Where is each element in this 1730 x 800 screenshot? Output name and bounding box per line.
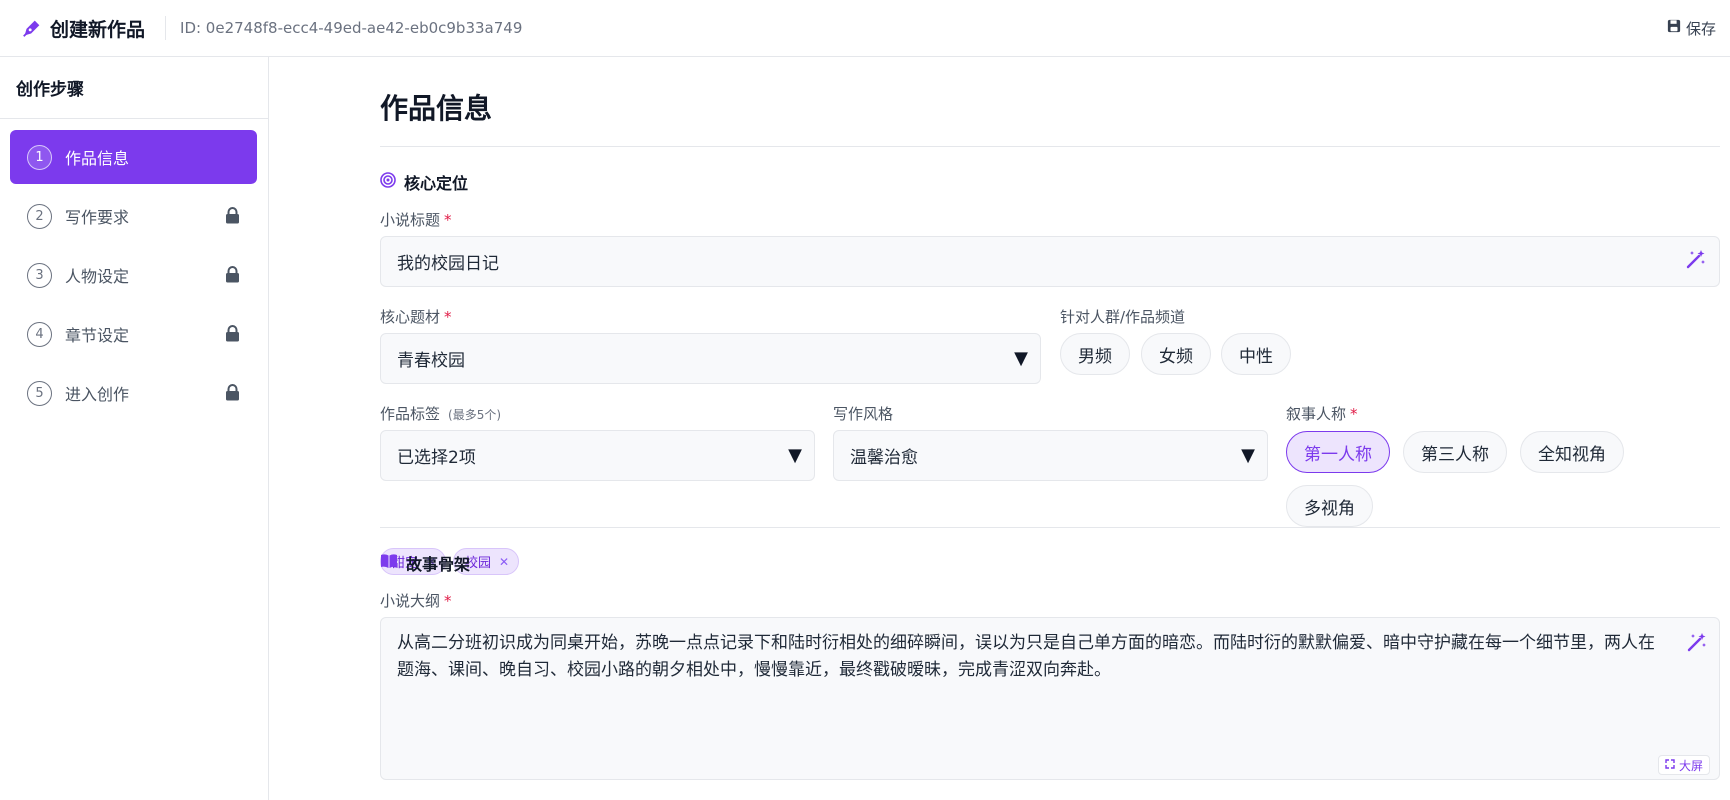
genre-select[interactable]: 青春校园 ▼ xyxy=(380,333,1041,384)
book-icon xyxy=(380,553,398,573)
story-section-heading: 故事骨架 xyxy=(380,551,470,575)
chevron-down-icon: ▼ xyxy=(1241,445,1255,466)
tags-value: 已选择2项 xyxy=(397,448,476,468)
step-item-start-writing[interactable]: 5 进入创作 xyxy=(10,366,257,420)
remove-tag-icon[interactable]: ✕ xyxy=(499,555,509,569)
step-number: 1 xyxy=(27,144,52,170)
target-icon xyxy=(380,172,396,192)
step-item-work-info[interactable]: 1 作品信息 xyxy=(10,130,257,184)
top-bar: 创建新作品 ID: 0e2748f8-ecc4-49ed-ae42-eb0c9b… xyxy=(0,0,1730,57)
style-select[interactable]: 温馨治愈 ▼ xyxy=(833,430,1268,481)
genre-value: 青春校园 xyxy=(397,351,465,371)
step-label: 章节设定 xyxy=(65,326,130,345)
pov-label: 叙事人称 * xyxy=(1286,405,1358,423)
audience-label: 针对人群/作品频道 xyxy=(1060,308,1186,326)
step-item-chapter-settings[interactable]: 4 章节设定 xyxy=(10,307,257,361)
step-label: 写作要求 xyxy=(65,208,130,227)
app-title: 创建新作品 xyxy=(50,18,146,41)
audience-option-female[interactable]: 女频 xyxy=(1141,333,1211,375)
save-label: 保存 xyxy=(1685,19,1716,38)
pov-option-first-person[interactable]: 第一人称 xyxy=(1286,431,1390,473)
tags-select[interactable]: 已选择2项 ▼ xyxy=(380,430,815,481)
step-number: 2 xyxy=(27,203,52,229)
step-number: 3 xyxy=(27,262,52,288)
style-label: 写作风格 xyxy=(833,405,894,423)
outline-label: 小说大纲 * xyxy=(380,592,452,610)
novel-title-input[interactable]: 我的校园日记 xyxy=(380,236,1720,287)
title-divider xyxy=(380,146,1720,147)
fullscreen-button[interactable]: 大屏 xyxy=(1658,755,1711,775)
genre-label: 核心题材 * xyxy=(380,308,452,326)
step-item-character-settings[interactable]: 3 人物设定 xyxy=(10,248,257,302)
outline-value: 从高二分班初识成为同桌开始，苏晚一点点记录下和陆时衍相处的细碎瞬间，误以为只是自… xyxy=(397,633,1655,680)
sidebar-title: 创作步骤 xyxy=(0,57,268,119)
style-value: 温馨治愈 xyxy=(850,448,918,468)
sidebar: 创作步骤 1 作品信息 2 写作要求 3 人物设定 4 章节设定 5 进入创作 xyxy=(0,57,269,800)
step-label: 作品信息 xyxy=(65,149,130,168)
pov-option-multi[interactable]: 多视角 xyxy=(1286,485,1373,527)
outline-textarea[interactable]: 从高二分班初识成为同桌开始，苏晚一点点记录下和陆时衍相处的细碎瞬间，误以为只是自… xyxy=(380,617,1720,780)
chevron-down-icon: ▼ xyxy=(1014,348,1028,369)
work-id: ID: 0e2748f8-ecc4-49ed-ae42-eb0c9b33a749 xyxy=(180,19,523,37)
lock-icon xyxy=(225,266,241,284)
fullscreen-label: 大屏 xyxy=(1679,758,1704,773)
story-section-title: 故事骨架 xyxy=(406,555,471,574)
step-label: 进入创作 xyxy=(65,385,130,404)
save-button[interactable]: 保存 xyxy=(1667,18,1716,39)
core-section-heading: 核心定位 xyxy=(380,170,468,194)
lock-icon xyxy=(225,325,241,343)
novel-title-label: 小说标题 * xyxy=(380,211,452,229)
pov-option-omniscient[interactable]: 全知视角 xyxy=(1520,431,1624,473)
core-section-title: 核心定位 xyxy=(404,174,469,193)
magic-wand-icon[interactable] xyxy=(1685,248,1707,275)
page-title: 作品信息 xyxy=(380,92,493,125)
audience-option-male[interactable]: 男频 xyxy=(1060,333,1130,375)
chevron-down-icon: ▼ xyxy=(788,445,802,466)
step-item-writing-requirements[interactable]: 2 写作要求 xyxy=(10,189,257,243)
lock-icon xyxy=(225,207,241,225)
main-content: 作品信息 核心定位 小说标题 * 我的校园日记 核心题材 * 青春校园 ▼ 针对人群… xyxy=(380,57,1720,800)
audience-option-neutral[interactable]: 中性 xyxy=(1221,333,1291,375)
save-icon xyxy=(1667,19,1681,37)
step-number: 5 xyxy=(27,380,52,406)
magic-wand-icon[interactable] xyxy=(1686,631,1708,653)
novel-title-value: 我的校园日记 xyxy=(397,254,499,274)
section-divider xyxy=(380,527,1720,528)
expand-icon xyxy=(1665,758,1675,772)
step-list: 1 作品信息 2 写作要求 3 人物设定 4 章节设定 5 进入创作 xyxy=(0,119,268,420)
pen-icon xyxy=(20,16,44,40)
header-divider xyxy=(165,16,167,40)
step-label: 人物设定 xyxy=(65,267,130,286)
lock-icon xyxy=(225,384,241,402)
tags-label: 作品标签 (最多5个) xyxy=(380,405,502,423)
step-number: 4 xyxy=(27,321,52,347)
pov-option-third-person[interactable]: 第三人称 xyxy=(1403,431,1507,473)
